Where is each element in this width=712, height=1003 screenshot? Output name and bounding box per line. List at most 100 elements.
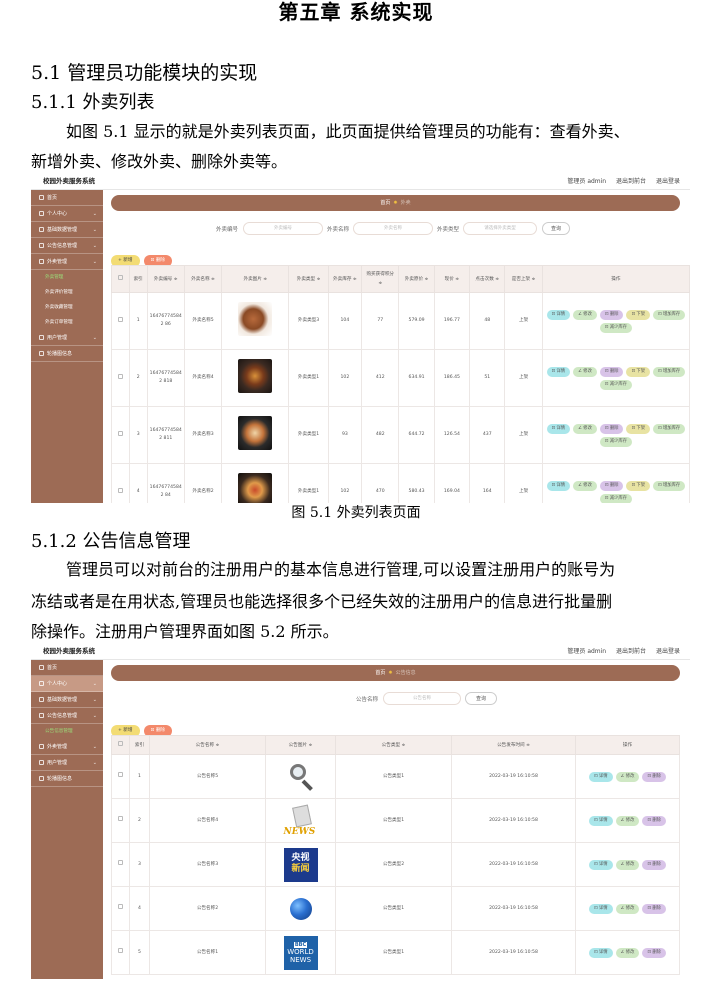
to-front-link[interactable]: 退出到前台 (616, 648, 646, 655)
row-checkbox[interactable] (111, 886, 130, 931)
sidebar-subitem[interactable]: 外卖评价管理 (31, 285, 103, 300)
delete-row-button[interactable]: ⊡ 删除 (642, 771, 666, 782)
delete-row-button[interactable]: ⊡ 删除 (599, 309, 624, 320)
reduce-stock-button[interactable]: ⊡ 减少库存 (599, 379, 632, 390)
delete-row-button[interactable]: ⊡ 删除 (642, 947, 666, 958)
detail-button[interactable]: ⊡ 详情 (589, 947, 613, 958)
column-header[interactable]: 外卖库存 ≑ (327, 265, 363, 293)
delete-row-button[interactable]: ⊡ 删除 (599, 366, 624, 377)
sidebar-subitem[interactable]: 外卖收藏管理 (31, 300, 103, 315)
sidebar-subitem[interactable]: 公告信息管理 (31, 724, 103, 739)
edit-button[interactable]: ∠ 修改 (615, 903, 640, 914)
column-header[interactable]: 索引 (129, 735, 150, 755)
edit-button[interactable]: ∠ 修改 (573, 309, 597, 320)
edit-button[interactable]: ∠ 修改 (573, 423, 597, 434)
column-header[interactable]: 是否上架 ≑ (504, 265, 543, 293)
sidebar-item[interactable]: 首页 (31, 190, 103, 206)
sidebar-item[interactable]: 外卖管理 ⌄ (31, 254, 103, 270)
column-header[interactable]: 索引 (128, 265, 148, 293)
reduce-stock-button[interactable]: ⊡ 减少库存 (599, 436, 632, 447)
add-stock-button[interactable]: ⊡ 增加库存 (653, 423, 686, 434)
sidebar-item[interactable]: 个人中心 ⌄ (31, 206, 103, 222)
edit-button[interactable]: ∠ 修改 (615, 947, 640, 958)
sidebar-item[interactable]: 基础数据管理 ⌄ (31, 692, 103, 708)
delete-row-button[interactable]: ⊡ 删除 (642, 815, 666, 826)
column-header[interactable]: 公告发布时间 ≑ (451, 735, 576, 755)
detail-button[interactable]: ⊡ 详情 (546, 309, 571, 320)
column-header[interactable]: 公告类型 ≑ (335, 735, 452, 755)
add-stock-button[interactable]: ⊡ 增加库存 (653, 480, 686, 491)
detail-button[interactable]: ⊡ 详情 (589, 771, 613, 782)
row-checkbox[interactable] (111, 754, 130, 799)
sidebar-item[interactable]: 轮播图信息 (31, 771, 103, 787)
column-header[interactable]: 点击次数 ≑ (469, 265, 506, 293)
sidebar-item[interactable]: 基础数据管理 ⌄ (31, 222, 103, 238)
sidebar-item[interactable]: 用户管理 ⌄ (31, 330, 103, 346)
cctv-news-image: 央视 新闻 (283, 847, 318, 882)
sidebar-subitem[interactable]: 外卖订单管理 (31, 315, 103, 330)
add-stock-button[interactable]: ⊡ 增加库存 (653, 366, 686, 377)
unlist-button[interactable]: ⊡ 下架 (626, 366, 651, 377)
column-header[interactable]: 外卖编号 ≑ (146, 265, 185, 293)
column-header[interactable]: 外卖图片 ≑ (221, 265, 290, 293)
column-header[interactable]: 购买获得积分 ≑ (361, 265, 400, 293)
delete-row-button[interactable]: ⊡ 删除 (599, 480, 624, 491)
search-button[interactable]: 查询 (542, 222, 570, 235)
food-code-input[interactable]: 外卖编号 (243, 222, 323, 235)
sidebar-item[interactable]: 轮播图信息 (31, 346, 103, 362)
detail-button[interactable]: ⊡ 详情 (546, 366, 571, 377)
column-header[interactable]: 操作 (541, 265, 690, 293)
column-header[interactable]: 外卖类型 ≑ (288, 265, 329, 293)
to-front-link[interactable]: 退出到前台 (616, 178, 646, 185)
column-header[interactable]: 现价 ≑ (433, 265, 471, 293)
column-header[interactable]: 外卖原价 ≑ (398, 265, 435, 293)
detail-button[interactable]: ⊡ 详情 (546, 480, 571, 491)
sidebar-item[interactable]: 首页 (31, 660, 103, 676)
row-checkbox[interactable] (111, 930, 130, 975)
breadcrumb-home[interactable]: 首页 (380, 200, 390, 206)
edit-button[interactable]: ∠ 修改 (615, 815, 640, 826)
sidebar-item[interactable]: 外卖管理 ⌄ (31, 739, 103, 755)
sidebar-item[interactable]: 用户管理 ⌄ (31, 755, 103, 771)
edit-button[interactable]: ∠ 修改 (615, 859, 640, 870)
logout-link[interactable]: 退出登录 (656, 648, 680, 655)
food-name-input[interactable]: 外卖名称 (353, 222, 433, 235)
select-all-checkbox[interactable] (111, 735, 130, 755)
edit-button[interactable]: ∠ 修改 (573, 366, 597, 377)
column-header[interactable]: 公告图片 ≑ (265, 735, 336, 755)
column-header[interactable]: 操作 (575, 735, 680, 755)
column-header[interactable]: 外卖名称 ≑ (183, 265, 223, 293)
food-type-select[interactable]: 请选择外卖类型 (463, 222, 537, 235)
unlist-button[interactable]: ⊡ 下架 (626, 423, 651, 434)
row-checkbox[interactable] (111, 842, 130, 887)
row-checkbox[interactable] (111, 292, 130, 350)
edit-button[interactable]: ∠ 修改 (573, 480, 597, 491)
row-checkbox[interactable] (111, 349, 130, 407)
row-checkbox[interactable] (111, 463, 130, 503)
notice-name-input[interactable]: 公告名称 (383, 692, 461, 705)
unlist-button[interactable]: ⊡ 下架 (626, 309, 651, 320)
row-checkbox[interactable] (111, 406, 130, 464)
sidebar-subitem[interactable]: 外卖管理 (31, 270, 103, 285)
detail-button[interactable]: ⊡ 详情 (546, 423, 571, 434)
detail-button[interactable]: ⊡ 详情 (589, 815, 613, 826)
breadcrumb-home[interactable]: 首页 (375, 670, 385, 676)
unlist-button[interactable]: ⊡ 下架 (626, 480, 651, 491)
edit-button[interactable]: ∠ 修改 (615, 771, 640, 782)
logout-link[interactable]: 退出登录 (656, 178, 680, 185)
detail-button[interactable]: ⊡ 详情 (589, 903, 613, 914)
row-checkbox[interactable] (111, 798, 130, 843)
detail-button[interactable]: ⊡ 详情 (589, 859, 613, 870)
sidebar-item[interactable]: 个人中心 ⌄ (31, 676, 103, 692)
search-label: 外卖编号 (216, 227, 239, 233)
sidebar-item[interactable]: 公告信息管理 ⌄ (31, 708, 103, 724)
delete-row-button[interactable]: ⊡ 删除 (642, 903, 666, 914)
sidebar-item[interactable]: 公告信息管理 ⌄ (31, 238, 103, 254)
search-button[interactable]: 查询 (465, 692, 497, 705)
select-all-checkbox[interactable] (111, 265, 130, 293)
reduce-stock-button[interactable]: ⊡ 减少库存 (599, 322, 632, 333)
add-stock-button[interactable]: ⊡ 增加库存 (653, 309, 686, 320)
delete-row-button[interactable]: ⊡ 删除 (599, 423, 624, 434)
column-header[interactable]: 公告名称 ≑ (149, 735, 266, 755)
delete-row-button[interactable]: ⊡ 删除 (642, 859, 666, 870)
